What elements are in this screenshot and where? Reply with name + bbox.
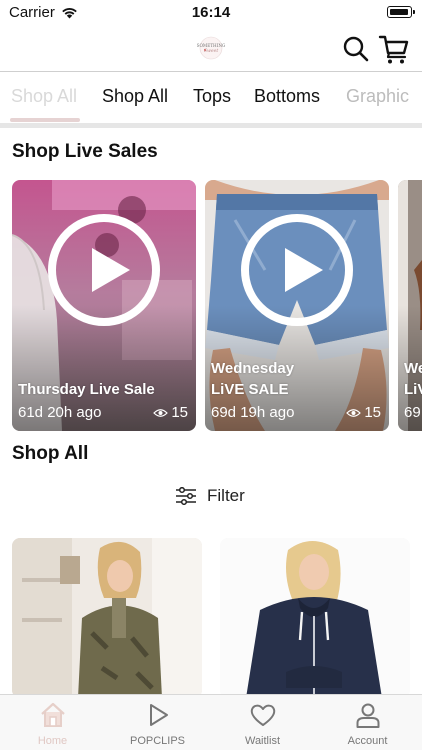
tab-shop-all-active[interactable]: Shop All: [11, 86, 77, 107]
search-icon: [343, 36, 369, 62]
live-sale-card[interactable]: Wednesday LiVE SALE 69d 19h ago 15: [205, 180, 389, 431]
play-icon: [285, 248, 323, 292]
live-sale-card[interactable]: Thursday Live Sale 61d 20h ago 15: [12, 180, 196, 431]
logo-mark: SOMETHING Sweet: [197, 36, 226, 60]
live-sale-views: 15: [346, 404, 381, 421]
filter-label: Filter: [207, 486, 245, 505]
live-sale-title-line2: LiV: [404, 381, 422, 398]
live-sale-ago: 61d 20h ago: [18, 404, 102, 421]
product-card[interactable]: [220, 538, 410, 698]
user-icon: [356, 703, 380, 728]
live-sale-ago: 69: [404, 404, 421, 421]
product-image: [12, 538, 202, 698]
bottom-tab-bar: Home POPCLIPS Waitlist Account: [0, 694, 422, 750]
views-count: 15: [364, 404, 381, 421]
status-time: 16:14: [191, 4, 231, 21]
tabs-divider: [0, 123, 422, 128]
nav-popclips-label: POPCLIPS: [129, 735, 186, 747]
product-image: [220, 538, 410, 698]
product-card[interactable]: [12, 538, 202, 698]
battery-icon: [387, 6, 415, 18]
home-icon: [41, 702, 65, 727]
active-tab-indicator: [10, 118, 80, 122]
live-sale-title: Wednesday LiVE SALE: [211, 358, 294, 400]
nav-home[interactable]: Home: [0, 695, 105, 750]
svg-text:SOMETHING: SOMETHING: [197, 43, 226, 48]
live-sale-title-line1: Wednesday: [211, 360, 295, 377]
nav-account[interactable]: Account: [315, 695, 420, 750]
brand-logo[interactable]: SOMETHING Sweet: [194, 36, 228, 60]
status-bar: Carrier 16:14: [0, 0, 422, 26]
category-tabs: Shop All Shop All Tops Bottoms Graphic: [0, 73, 422, 123]
play-button[interactable]: [241, 214, 353, 326]
live-sale-card[interactable]: We LiV 69: [398, 180, 422, 431]
heart-icon: [250, 704, 276, 726]
cart-button[interactable]: [378, 33, 410, 65]
tab-graphic[interactable]: Graphic: [346, 86, 409, 107]
nav-waitlist[interactable]: Waitlist: [210, 695, 315, 750]
filter-icon: [176, 487, 196, 505]
eye-icon: [346, 408, 362, 417]
tab-tops[interactable]: Tops: [193, 86, 231, 107]
live-sales-heading: Shop Live Sales: [12, 141, 158, 162]
play-button[interactable]: [48, 214, 160, 326]
nav-home-label: Home: [37, 735, 68, 747]
tab-bottoms[interactable]: Bottoms: [254, 86, 320, 107]
live-sale-title: We LiV: [404, 358, 422, 400]
live-sale-title-line2: LiVE SALE: [211, 381, 289, 398]
live-sale-views: 15: [153, 404, 188, 421]
shop-all-heading: Shop All: [12, 443, 89, 464]
views-count: 15: [171, 404, 188, 421]
tab-shop-all[interactable]: Shop All: [102, 86, 168, 107]
nav-popclips[interactable]: POPCLIPS: [105, 695, 210, 750]
app-header: SOMETHING Sweet: [0, 26, 422, 72]
play-icon: [92, 248, 130, 292]
search-button[interactable]: [342, 35, 370, 63]
live-sale-ago: 69d 19h ago: [211, 404, 295, 421]
live-sale-title: Thursday Live Sale: [18, 381, 155, 398]
filter-button[interactable]: Filter: [175, 484, 245, 508]
svg-text:Sweet: Sweet: [204, 48, 219, 54]
cart-icon: [378, 35, 409, 64]
nav-account-label: Account: [347, 735, 388, 747]
live-sale-title-line1: We: [404, 360, 422, 377]
play-icon: [150, 704, 168, 726]
nav-waitlist-label: Waitlist: [244, 735, 281, 747]
eye-icon: [153, 408, 169, 417]
